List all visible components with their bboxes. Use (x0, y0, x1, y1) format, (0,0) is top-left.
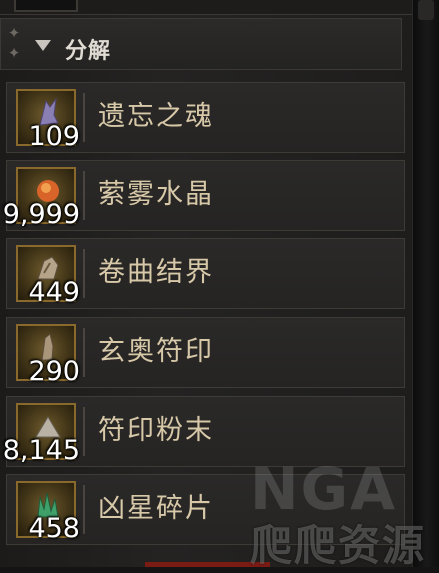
veiled-crystal-icon[interactable]: 9,999 (3, 167, 80, 230)
section-title: 分解 (65, 39, 112, 64)
item-count: 8,145 (2, 435, 80, 466)
list-item[interactable]: 449 卷曲结界 (6, 238, 405, 309)
caret-down-icon[interactable] (35, 40, 51, 51)
scrollbar[interactable] (412, 0, 439, 567)
list-item[interactable]: 290 玄奥符印 (6, 317, 405, 388)
watermark-text: 爬爬资源 (250, 521, 427, 570)
item-count: 109 (28, 121, 80, 152)
list-item[interactable]: 109 遗忘之魂 (6, 82, 405, 153)
list-item[interactable]: 9,999 萦雾水晶 (3, 160, 405, 231)
forgotten-soul-icon[interactable]: 109 (16, 89, 80, 152)
scroll-thumb[interactable] (418, 0, 434, 20)
item-name: 卷曲结界 (98, 257, 214, 288)
item-count: 449 (28, 277, 80, 308)
ornament-icon: ✦ ✦ (7, 24, 21, 62)
item-count: 458 (28, 513, 80, 544)
sigil-powder-icon[interactable]: 8,145 (3, 403, 80, 466)
item-count: 290 (28, 356, 80, 387)
item-name: 遗忘之魂 (98, 101, 214, 132)
abstruse-sigil-icon[interactable]: 290 (16, 324, 80, 387)
top-divider (0, 0, 412, 15)
baneful-shard-icon[interactable]: 458 (16, 481, 80, 544)
item-name: 玄奥符印 (98, 336, 214, 367)
item-name: 萦雾水晶 (98, 179, 214, 210)
coiling-ward-icon[interactable]: 449 (16, 245, 80, 308)
section-header-salvage[interactable]: ✦ ✦ 分解 (0, 18, 402, 70)
item-count: 9,999 (2, 199, 80, 230)
item-name: 凶星碎片 (98, 493, 214, 524)
item-name: 符印粉末 (98, 415, 214, 446)
top-slot (14, 0, 78, 12)
